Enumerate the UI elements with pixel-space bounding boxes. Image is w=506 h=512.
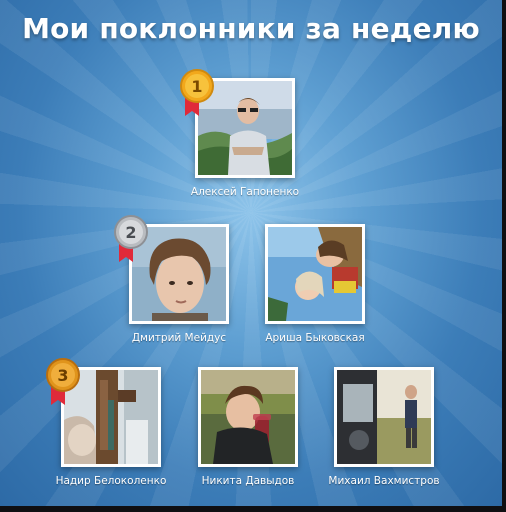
fan-photo-6[interactable] <box>334 367 434 467</box>
bronze-medal-icon: 3 <box>46 358 80 405</box>
fans-panel: Мои поклонники за неделю 1 Алексей Гапон… <box>0 0 502 506</box>
fan-name-6[interactable]: Михаил Вахмистров <box>294 475 474 487</box>
fan-photo-5[interactable] <box>198 367 298 467</box>
fan-photo-5-image <box>201 370 295 464</box>
fan-photo-3-image <box>268 227 362 321</box>
fan-name-3[interactable]: Ариша Быковская <box>225 332 405 344</box>
gold-medal-icon: 1 <box>180 69 214 116</box>
medal-rank-3: 3 <box>57 366 68 385</box>
medal-rank-1: 1 <box>191 77 202 96</box>
fan-photo-6-image <box>337 370 431 464</box>
page-title: Мои поклонники за неделю <box>22 12 480 45</box>
medal-rank-2: 2 <box>125 223 136 242</box>
silver-medal-icon: 2 <box>114 215 148 262</box>
fan-photo-3[interactable] <box>265 224 365 324</box>
fan-name-1[interactable]: Алексей Гапоненко <box>155 186 335 198</box>
